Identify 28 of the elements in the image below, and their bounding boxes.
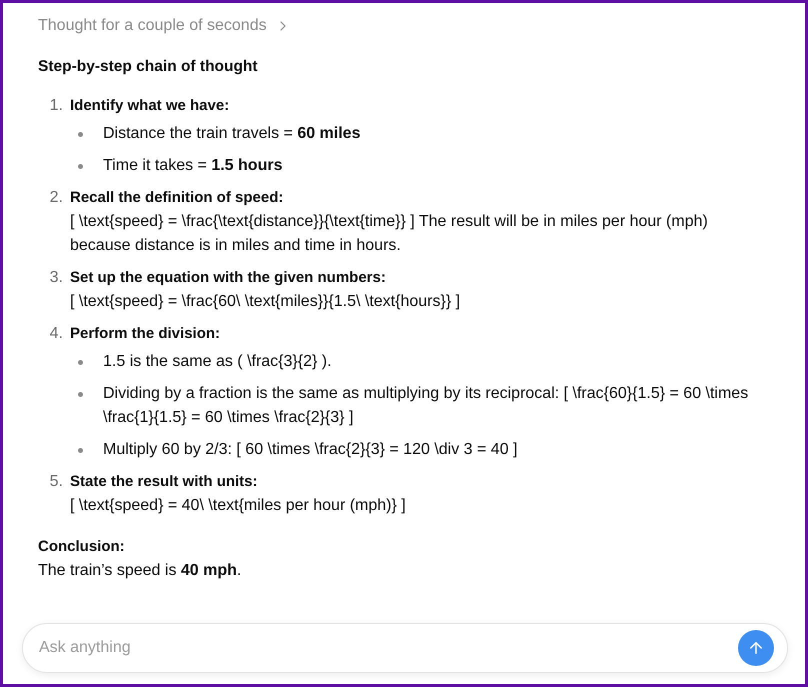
- bullet-text: Dividing by a fraction is the same as multiplying by its reciprocal: [ \frac{60}{1.5} = 60 \times \frac{1}{1.5} = 60 \times \frac{2}{3} ]: [103, 384, 750, 428]
- bullet-icon: [78, 392, 83, 397]
- step-heading: State the result with units:: [70, 472, 258, 492]
- section-title: Step-by-step chain of thought: [38, 57, 258, 77]
- message-input[interactable]: Ask anything: [22, 623, 788, 673]
- step-text: [ \text{speed} = \frac{60\ \text{miles}}{1.5\ \text{hours}} ]: [70, 292, 462, 312]
- step-heading: Set up the equation with the given numbers:: [70, 268, 386, 288]
- bullet-icon: [78, 164, 83, 169]
- step-number: 5.: [48, 472, 63, 492]
- step-number: 1.: [48, 96, 63, 116]
- step-heading: Perform the division:: [70, 324, 220, 344]
- step-number: 4.: [48, 324, 63, 344]
- bullet-text: Multiply 60 by 2/3: [ 60 \times \frac{2}{3} = 120 \div 3 = 40 ]: [103, 440, 518, 460]
- step-heading: Recall the definition of speed:: [70, 188, 284, 208]
- step-number: 3.: [48, 268, 63, 288]
- bullet-icon: [78, 448, 83, 453]
- bullet-icon: [78, 360, 83, 365]
- conclusion-label: Conclusion:: [38, 537, 125, 557]
- bullet-icon: [78, 132, 83, 137]
- thought-toggle[interactable]: Thought for a couple of seconds: [38, 14, 291, 38]
- step-text: [ \text{speed} = \frac{\text{distance}}{\text{time}} ] The result will be in miles per hour (mph) because distance is in miles and time in hours.: [70, 212, 709, 256]
- conclusion-text: The train’s speed is 40 mph.: [38, 561, 242, 581]
- step-number: 2.: [48, 188, 63, 208]
- bullet-text: Time it takes = 1.5 hours: [103, 156, 282, 176]
- bullet-text: 1.5 is the same as ( \frac{3}{2} ).: [103, 352, 332, 372]
- bullet-text: Distance the train travels = 60 miles: [103, 124, 360, 144]
- step-text: [ \text{speed} = 40\ \text{miles per hour (mph)} ]: [70, 496, 407, 516]
- step-heading: Identify what we have:: [70, 96, 230, 116]
